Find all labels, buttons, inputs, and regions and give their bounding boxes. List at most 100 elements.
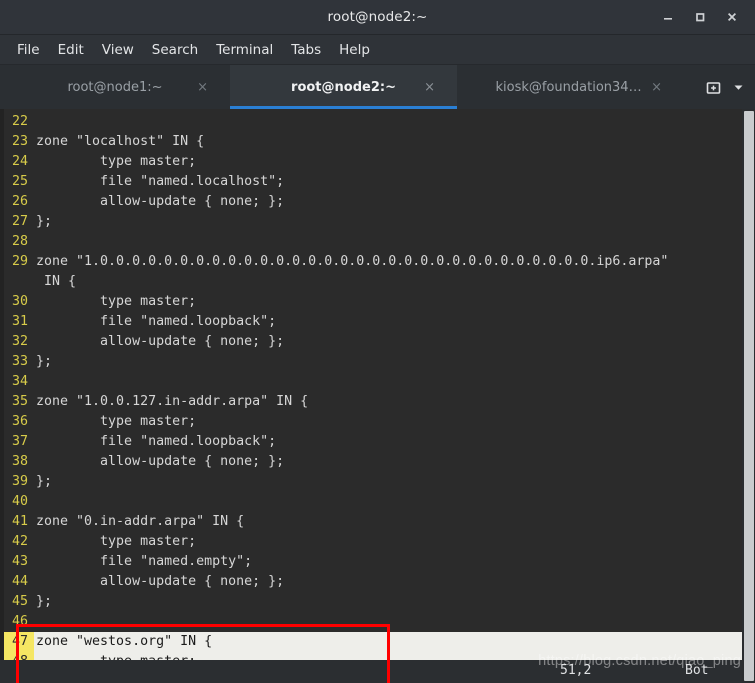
code-line: 42 type master; (4, 532, 755, 552)
code-line: 34 (4, 372, 755, 392)
line-number: 45 (11, 594, 28, 609)
tab-bar: root@node1:~ × root@node2:~ × kiosk@foun… (0, 65, 755, 109)
code-line: 37 file "named.loopback"; (4, 432, 755, 452)
line-number: 47 (4, 632, 34, 652)
line-text: zone "0.in-addr.arpa" IN { (36, 514, 245, 529)
terminal-window: root@node2:~ File Edit View Search Termi… (0, 0, 755, 683)
line-number: 33 (11, 354, 28, 369)
code-line: 24 type master; (4, 152, 755, 172)
tab-close-icon[interactable]: × (197, 81, 208, 94)
scroll-state: Bot (685, 663, 709, 678)
tab-root-node2[interactable]: root@node2:~ × (230, 65, 457, 109)
chevron-down-icon[interactable] (732, 81, 745, 94)
line-text: allow-update { none; }; (36, 454, 285, 469)
code-line-selected: 47 zone "westos.org" IN { (4, 632, 755, 652)
line-number: 31 (11, 314, 28, 329)
terminal-scrollbar[interactable] (742, 109, 755, 683)
line-text: allow-update { none; }; (36, 334, 285, 349)
tab-label: root@node1:~ (67, 79, 163, 95)
line-number: 41 (11, 514, 28, 529)
menu-item-file[interactable]: File (8, 39, 49, 61)
line-number: 34 (11, 374, 28, 389)
line-number: 25 (11, 174, 28, 189)
line-number: 43 (11, 554, 28, 569)
tab-label: kiosk@foundation34:/… (495, 79, 646, 95)
code-line: 43 file "named.empty"; (4, 552, 755, 572)
line-text: type master; (36, 154, 197, 169)
line-number: 29 (11, 254, 28, 269)
menu-item-edit[interactable]: Edit (49, 39, 93, 61)
code-line: 22 (4, 112, 755, 132)
menu-item-tabs[interactable]: Tabs (282, 39, 330, 61)
code-line: 44 allow-update { none; }; (4, 572, 755, 592)
close-button[interactable] (717, 3, 747, 31)
code-line: 35 zone "1.0.0.127.in-addr.arpa" IN { (4, 392, 755, 412)
line-text: zone "localhost" IN { (36, 134, 205, 149)
terminal-text-area[interactable]: 22 23 zone "localhost" IN { 24 type master;… (4, 109, 755, 683)
code-line: 33}; (4, 352, 755, 372)
line-text: }; (36, 214, 53, 229)
scrollbar-thumb[interactable] (744, 111, 754, 681)
code-line: 26 allow-update { none; }; (4, 192, 755, 212)
code-line: 29 zone "1.0.0.0.0.0.0.0.0.0.0.0.0.0.0.0.… (4, 252, 755, 272)
code-line: 41 zone "0.in-addr.arpa" IN { (4, 512, 755, 532)
line-text: }; (36, 474, 53, 489)
menu-item-terminal[interactable]: Terminal (207, 39, 282, 61)
line-text (34, 492, 755, 512)
line-text: type master; (36, 534, 197, 549)
new-terminal-icon[interactable] (705, 79, 722, 96)
tab-kiosk-foundation34[interactable]: kiosk@foundation34:/… × (457, 65, 684, 109)
code-line: 28 (4, 232, 755, 252)
line-number: 38 (11, 454, 28, 469)
line-text: file "named.localhost"; (36, 174, 285, 189)
line-text: }; (36, 354, 53, 369)
code-line: 46 (4, 612, 755, 632)
tab-root-node1[interactable]: root@node1:~ × (0, 65, 230, 109)
code-line: 45}; (4, 592, 755, 612)
cursor-position: 51,2 (560, 663, 592, 678)
menu-item-help[interactable]: Help (330, 39, 379, 61)
minimize-button[interactable] (653, 3, 683, 31)
code-line: 27}; (4, 212, 755, 232)
tab-close-icon[interactable]: × (424, 81, 435, 94)
line-text: type master; (36, 414, 197, 429)
line-text (34, 232, 755, 252)
terminal-pane[interactable]: 22 23 zone "localhost" IN { 24 type master;… (0, 109, 755, 683)
menu-item-search[interactable]: Search (143, 39, 207, 61)
maximize-button[interactable] (685, 3, 715, 31)
line-text: file "named.loopback"; (36, 314, 277, 329)
code-line: 36 type master; (4, 412, 755, 432)
code-line: 25 file "named.localhost"; (4, 172, 755, 192)
line-text: }; (36, 594, 53, 609)
line-text: zone "1.0.0.127.in-addr.arpa" IN { (36, 394, 309, 409)
tab-close-icon[interactable]: × (651, 81, 662, 94)
code-line: 32 allow-update { none; }; (4, 332, 755, 352)
line-text (34, 612, 755, 632)
line-number: 40 (11, 494, 28, 509)
menu-bar: File Edit View Search Terminal Tabs Help (0, 35, 755, 65)
menu-item-view[interactable]: View (93, 39, 143, 61)
line-number: 37 (11, 434, 28, 449)
code-line: 23 zone "localhost" IN { (4, 132, 755, 152)
line-number: 39 (11, 474, 28, 489)
line-number: 28 (11, 234, 28, 249)
code-line: 39}; (4, 472, 755, 492)
code-line: 31 file "named.loopback"; (4, 312, 755, 332)
line-number: 26 (11, 194, 28, 209)
status-bar: 51,2 Bot (0, 660, 755, 683)
line-text: type master; (36, 294, 197, 309)
line-number: 44 (11, 574, 28, 589)
tab-label: root@node2:~ (291, 79, 396, 95)
window-title: root@node2:~ (327, 9, 428, 25)
line-text: IN { (36, 274, 77, 289)
line-text: file "named.empty"; (36, 554, 253, 569)
line-text: zone "westos.org" IN { (34, 632, 755, 652)
line-text: file "named.loopback"; (36, 434, 277, 449)
tab-bar-actions (705, 65, 755, 109)
line-number: 36 (11, 414, 28, 429)
line-number: 30 (11, 294, 28, 309)
line-number: 23 (11, 134, 28, 149)
line-number: 32 (11, 334, 28, 349)
line-text (34, 112, 755, 132)
line-number (4, 272, 34, 292)
